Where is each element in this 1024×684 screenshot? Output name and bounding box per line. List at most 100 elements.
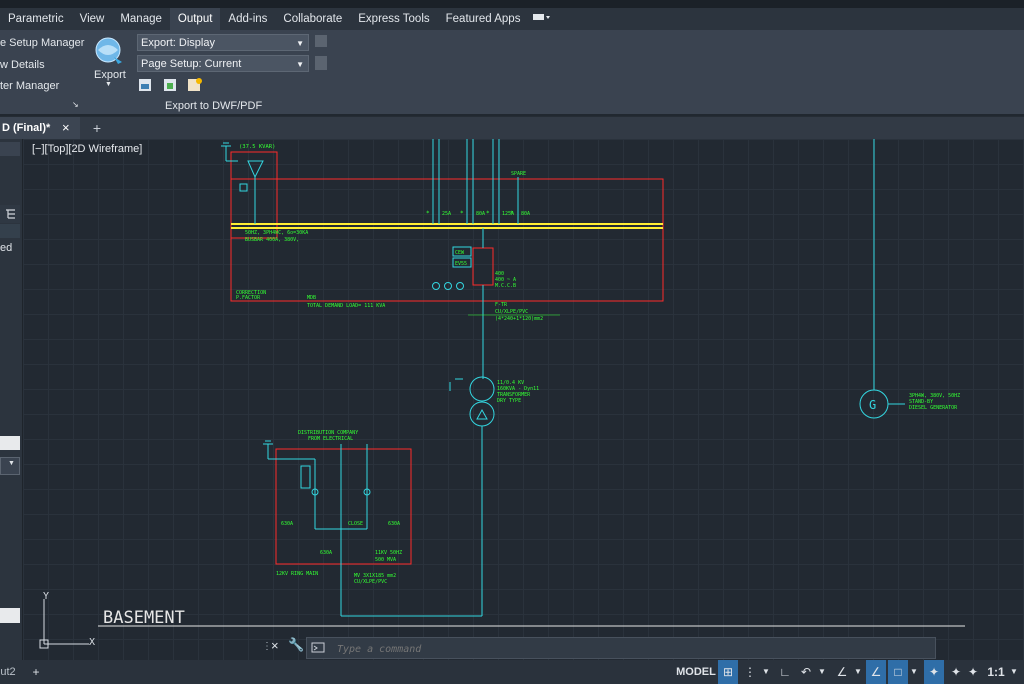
annotation-scale-icon[interactable]: ✦: [966, 660, 980, 684]
generator-label-3: DIESEL GENERATOR: [909, 405, 958, 411]
tree-view-icon[interactable]: [0, 205, 20, 223]
chevron-down-icon[interactable]: ▼: [816, 660, 828, 684]
tab-collaborate[interactable]: Collaborate: [275, 8, 350, 30]
export-dropdown-value: Export: Display: [141, 37, 215, 49]
ribbon-panel: e Setup Manager w Details ter Manager ↘ …: [0, 30, 1024, 114]
left-palette: ed ▼: [0, 139, 23, 661]
palette-dropdown[interactable]: ▼: [0, 457, 20, 475]
add-layout-button[interactable]: +: [28, 660, 44, 684]
chevron-down-icon[interactable]: ▼: [908, 660, 920, 684]
document-tab-bar: D (Final)* × +: [0, 116, 1024, 139]
rmu-bottom-2: 11KV 50HZ: [375, 550, 402, 556]
generator-letter: G: [869, 398, 876, 412]
annotation-visibility-icon[interactable]: ✦: [924, 660, 944, 684]
polar-icon[interactable]: ↶: [796, 660, 816, 684]
chevron-down-icon: ▼: [296, 39, 304, 48]
ribbon-options-dropdown[interactable]: [528, 8, 560, 30]
export-chevron-icon: ▼: [105, 81, 112, 88]
ucs-y-label: Y: [43, 591, 49, 602]
transformer-primary: [469, 376, 495, 402]
layout-tab[interactable]: ut2: [0, 660, 16, 684]
page-setup-manager-button[interactable]: e Setup Manager: [0, 37, 84, 49]
tab-manage[interactable]: Manage: [112, 8, 170, 30]
panel-launcher-icon[interactable]: ↘: [72, 100, 79, 109]
page-setup-dropdown-value: Page Setup: Current: [141, 58, 242, 70]
electrical-schematic: (37.5 KVAR) CORRECTION P.FACTOR 50HZ, 3P…: [39, 139, 965, 649]
breaker-rating-1: 25A: [442, 211, 451, 217]
new-tab-button[interactable]: +: [86, 117, 108, 139]
tree-icon: [6, 209, 15, 219]
tab-output[interactable]: Output: [169, 8, 221, 30]
svg-text:*: *: [426, 210, 430, 217]
ucs-x-label: X: [89, 637, 95, 648]
status-bar: ut2 + MODEL ⊞ ⋮ ▼ ∟ ↶ ▼ ∠ ▼ ∠ □ ▼ ✦ ✦ ✦ …: [0, 660, 1024, 684]
breaker-rating-2: 80A: [476, 211, 485, 217]
object-snap-icon[interactable]: □: [888, 660, 908, 684]
export-button[interactable]: Export ▼: [90, 33, 128, 89]
snap-icon[interactable]: ⋮: [740, 660, 760, 684]
close-icon[interactable]: ×: [271, 638, 279, 653]
indicator-lamps: [432, 282, 464, 290]
ortho-icon[interactable]: ∟: [776, 660, 794, 684]
document-tab-title: D (Final)*: [2, 122, 51, 134]
title-bar: [0, 0, 1024, 8]
chevron-down-icon: ▼: [296, 60, 304, 69]
isodraft-icon[interactable]: ∠: [832, 660, 852, 684]
export-globe-icon: [95, 37, 122, 64]
command-input[interactable]: [335, 640, 929, 658]
palette-field[interactable]: [0, 436, 20, 450]
chevron-down-icon[interactable]: ▼: [760, 660, 772, 684]
basement-label: BASEMENT: [103, 608, 185, 628]
rmu-close-label: CLOSE: [348, 521, 363, 527]
model-space-button[interactable]: MODEL: [676, 660, 716, 684]
scale-dropdown[interactable]: 1:1: [985, 660, 1007, 684]
meter-ev55: EV55: [455, 261, 467, 267]
svg-text:*: *: [460, 210, 464, 217]
auto-scale-icon[interactable]: ✦: [946, 660, 966, 684]
earth-icon: [221, 142, 231, 147]
tab-view[interactable]: View: [72, 8, 113, 30]
tab-add-ins[interactable]: Add-ins: [220, 8, 275, 30]
transformer-label-4: DRY TYPE: [497, 398, 521, 404]
tab-parametric[interactable]: Parametric: [0, 8, 72, 30]
busbar-rating-2: BUSBAR 400A, 380V,: [245, 237, 299, 243]
ucs-icon: [39, 599, 89, 649]
export-options-icon[interactable]: [315, 35, 327, 47]
view-details-button[interactable]: w Details: [0, 59, 45, 71]
page-setup-dropdown[interactable]: Page Setup: Current ▼: [137, 55, 309, 72]
ribbon-tabs: Parametric View Manage Output Add-ins Co…: [0, 8, 1024, 30]
palette-header: [0, 142, 20, 156]
wrench-icon[interactable]: 🔧: [288, 637, 304, 653]
main-breaker-box: [472, 247, 494, 286]
tab-featured-apps[interactable]: Featured Apps: [438, 8, 529, 30]
spare-label: SPARE: [511, 171, 526, 177]
document-tab[interactable]: D (Final)* ×: [0, 117, 80, 139]
rmu-bottom-3: 500 MVA: [375, 557, 396, 563]
meter-cew: CEW: [455, 250, 465, 256]
plotter-manager-button[interactable]: ter Manager: [0, 80, 59, 92]
command-prompt-icon: [311, 642, 325, 653]
mdb-label: MDB: [307, 295, 316, 301]
breaker-rating-4: 80A: [521, 211, 530, 217]
object-snap-tracking-icon[interactable]: ∠: [866, 660, 886, 684]
command-line[interactable]: [306, 637, 936, 659]
close-icon[interactable]: ×: [62, 117, 70, 139]
drawing-canvas[interactable]: [−][Top][2D Wireframe] (37.5 KVAR) CORRE…: [23, 139, 1024, 660]
distribution-label-2: FROM ELECTRICAL: [308, 436, 353, 442]
rmu-box: [275, 448, 412, 565]
page-setup-options-icon[interactable]: [315, 56, 327, 70]
chevron-down-icon[interactable]: ▼: [852, 660, 864, 684]
export-dropdown[interactable]: Export: Display ▼: [137, 34, 309, 51]
chevron-down-icon[interactable]: ▼: [1008, 660, 1020, 684]
grid-icon[interactable]: ⊞: [718, 660, 738, 684]
panel-title-export-dwf-pdf: Export to DWF/PDF: [165, 100, 263, 112]
cable-label-2: CU/XLPE/PVC: [495, 309, 528, 315]
export-tools-icons[interactable]: [138, 77, 208, 95]
cable-label-1: F-TR: [495, 302, 508, 308]
tab-express-tools[interactable]: Express Tools: [350, 8, 437, 30]
capacitor-bank-box: [230, 151, 278, 239]
breaker-rating-3: 125A: [502, 211, 514, 217]
palette-partial-text: ed: [0, 242, 13, 254]
palette-field-2[interactable]: [0, 608, 20, 623]
busbar-rating-1: 50HZ, 3PH4WC, 6o=30KA: [245, 230, 308, 236]
